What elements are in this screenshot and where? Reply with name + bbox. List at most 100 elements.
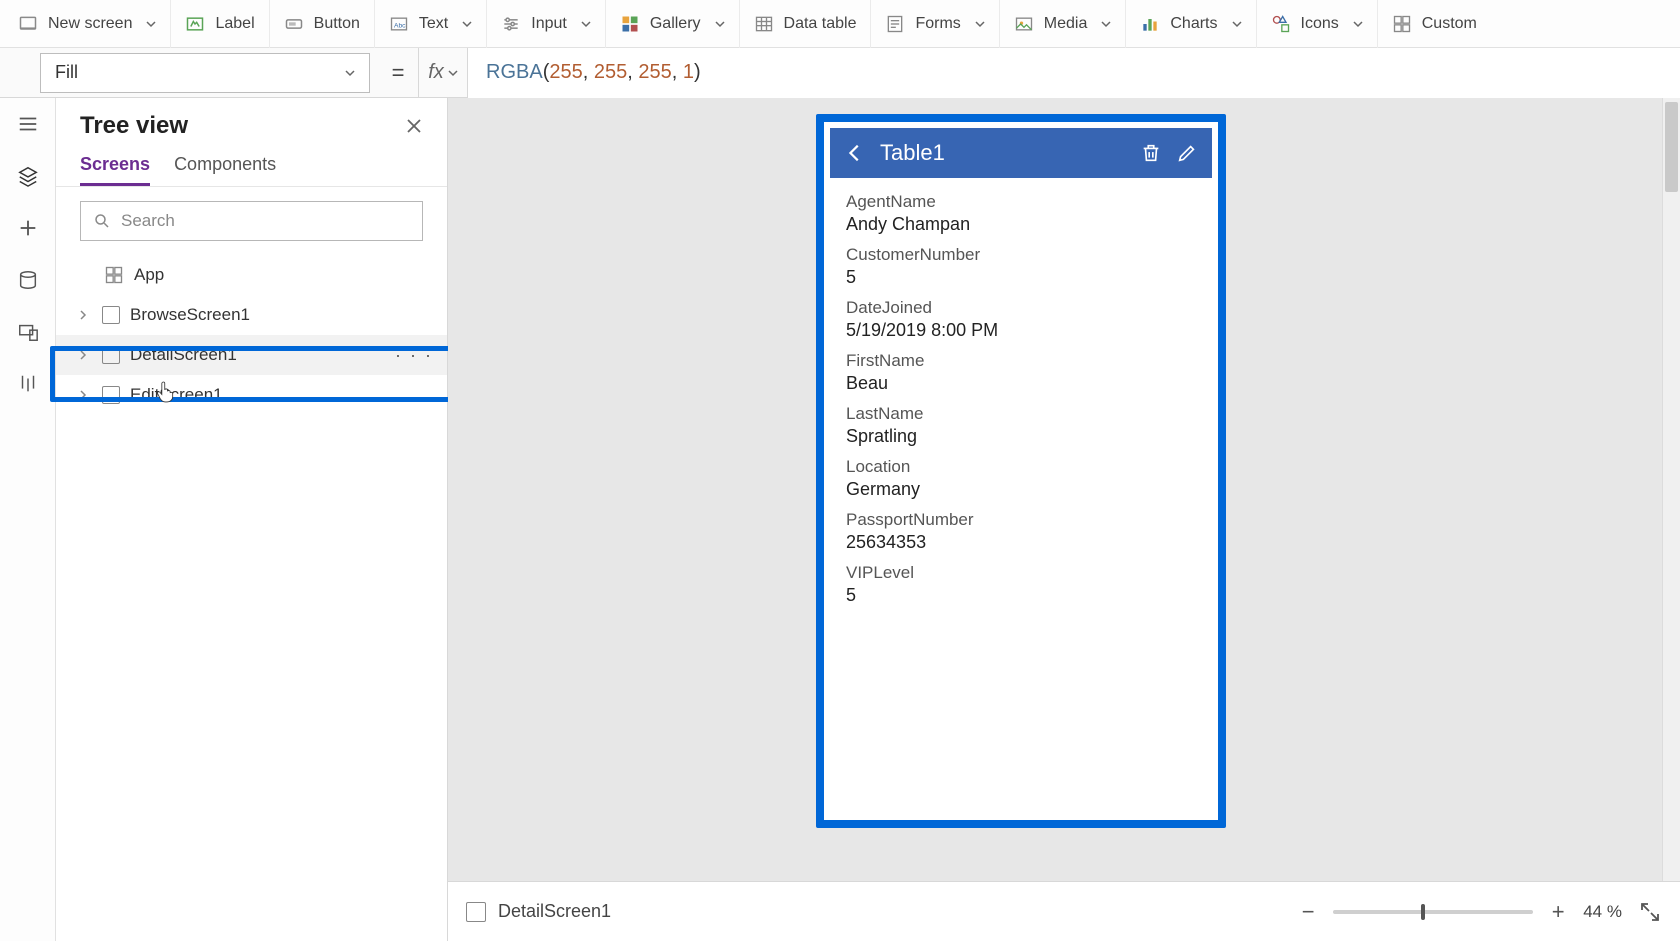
tree-node-edit-screen[interactable]: EditScreen1 <box>56 375 447 415</box>
data-table-button[interactable]: Data table <box>740 0 872 48</box>
zoom-slider[interactable] <box>1333 910 1533 914</box>
data-button[interactable] <box>16 268 40 292</box>
icons-label: Icons <box>1301 15 1339 33</box>
more-options-button[interactable]: · · · <box>395 345 433 366</box>
chevron-down-icon <box>581 19 591 29</box>
new-screen-dropdown[interactable]: New screen <box>4 0 171 48</box>
button-text: Button <box>314 15 360 33</box>
zoom-out-button[interactable]: − <box>1299 899 1317 925</box>
field-label: PassportNumber <box>846 510 1196 530</box>
icons-icon <box>1271 14 1291 34</box>
formula-input[interactable]: RGBA(255, 255, 255, 1) <box>468 48 1680 98</box>
property-selector[interactable]: Fill <box>40 53 370 93</box>
equals-label: = <box>378 53 418 93</box>
delete-button[interactable] <box>1140 142 1162 164</box>
database-icon <box>17 269 39 291</box>
chevron-down-icon <box>1232 19 1242 29</box>
charts-dropdown[interactable]: Charts <box>1126 0 1256 48</box>
tree-node-label: DetailScreen1 <box>130 345 237 365</box>
caret-icon[interactable] <box>74 390 92 400</box>
field-label: LastName <box>846 404 1196 424</box>
tree-node-app[interactable]: App <box>56 255 447 295</box>
expand-icon <box>1638 900 1662 924</box>
button-button[interactable]: Button <box>270 0 375 48</box>
tree-view-close-button[interactable] <box>405 117 423 135</box>
status-screen-name: DetailScreen1 <box>498 901 611 922</box>
tree-view-button[interactable] <box>16 164 40 188</box>
insert-ribbon: New screen Label Button Abc Text Input G… <box>0 0 1680 48</box>
detail-field: VIPLevel 5 <box>846 563 1196 606</box>
left-nav-rail <box>0 98 56 941</box>
tree-node-label: EditScreen1 <box>130 385 223 405</box>
field-label: VIPLevel <box>846 563 1196 583</box>
screen-icon <box>466 902 486 922</box>
tree-node-app-label: App <box>134 265 164 285</box>
input-dropdown[interactable]: Input <box>487 0 606 48</box>
text-label: Text <box>419 15 448 33</box>
caret-icon[interactable] <box>74 310 92 320</box>
trash-icon <box>1140 142 1162 164</box>
screen-icon <box>102 386 120 404</box>
custom-dropdown[interactable]: Custom <box>1378 0 1491 48</box>
zoom-unit: % <box>1607 902 1622 921</box>
fit-to-window-button[interactable] <box>1638 900 1662 924</box>
status-bar: DetailScreen1 − + 44 % <box>448 881 1680 941</box>
tab-components[interactable]: Components <box>174 154 276 186</box>
field-label: Location <box>846 457 1196 477</box>
formula-bar: Fill = fx RGBA(255, 255, 255, 1) <box>0 48 1680 98</box>
fx-icon: fx <box>428 61 444 84</box>
text-dropdown[interactable]: Abc Text <box>375 0 487 48</box>
zoom-level: 44 <box>1583 902 1602 921</box>
forms-icon <box>885 14 905 34</box>
app-icon <box>104 265 124 285</box>
icons-dropdown[interactable]: Icons <box>1257 0 1378 48</box>
fx-button[interactable]: fx <box>418 48 468 98</box>
devices-icon <box>17 321 39 343</box>
chevron-down-icon <box>345 68 355 78</box>
tools-button[interactable] <box>16 372 40 396</box>
field-label: DateJoined <box>846 298 1196 318</box>
forms-dropdown[interactable]: Forms <box>871 0 999 48</box>
new-screen-label: New screen <box>48 15 132 33</box>
media-panel-button[interactable] <box>16 320 40 344</box>
label-button[interactable]: Label <box>171 0 269 48</box>
tree-node-browse-screen[interactable]: BrowseScreen1 <box>56 295 447 335</box>
media-dropdown[interactable]: Media <box>1000 0 1127 48</box>
caret-icon[interactable] <box>74 350 92 360</box>
tab-screens[interactable]: Screens <box>80 154 150 186</box>
formula-fn: RGBA <box>486 61 543 84</box>
detail-field: AgentName Andy Champan <box>846 192 1196 235</box>
hamburger-button[interactable] <box>16 112 40 136</box>
canvas-area[interactable]: Table1 AgentName Andy Champan CustomerNu… <box>448 98 1662 881</box>
svg-text:Abc: Abc <box>394 22 406 29</box>
zoom-slider-thumb[interactable] <box>1421 904 1425 920</box>
field-value: Germany <box>846 479 1196 500</box>
detail-field: Location Germany <box>846 457 1196 500</box>
back-button[interactable] <box>844 142 866 164</box>
scrollbar-thumb[interactable] <box>1665 102 1678 192</box>
gallery-dropdown[interactable]: Gallery <box>606 0 740 48</box>
tree-node-detail-screen[interactable]: DetailScreen1 · · · <box>56 335 447 375</box>
insert-button[interactable] <box>16 216 40 240</box>
field-label: FirstName <box>846 351 1196 371</box>
plus-icon <box>17 217 39 239</box>
detail-form-body: AgentName Andy Champan CustomerNumber 5 … <box>830 178 1212 814</box>
search-icon <box>93 212 111 230</box>
field-value: Beau <box>846 373 1196 394</box>
detail-field: CustomerNumber 5 <box>846 245 1196 288</box>
screen-icon <box>102 306 120 324</box>
close-icon <box>405 117 423 135</box>
input-icon <box>501 14 521 34</box>
detail-field: LastName Spratling <box>846 404 1196 447</box>
canvas-vertical-scrollbar[interactable] <box>1662 98 1680 881</box>
field-value: Andy Champan <box>846 214 1196 235</box>
tree-view-title: Tree view <box>80 112 188 140</box>
charts-label: Charts <box>1170 15 1217 33</box>
media-label: Media <box>1044 15 1088 33</box>
edit-button[interactable] <box>1176 142 1198 164</box>
field-label: CustomerNumber <box>846 245 1196 265</box>
zoom-in-button[interactable]: + <box>1549 899 1567 925</box>
search-placeholder: Search <box>121 211 175 231</box>
screen-icon <box>18 14 38 34</box>
tree-search-input[interactable]: Search <box>80 201 423 241</box>
